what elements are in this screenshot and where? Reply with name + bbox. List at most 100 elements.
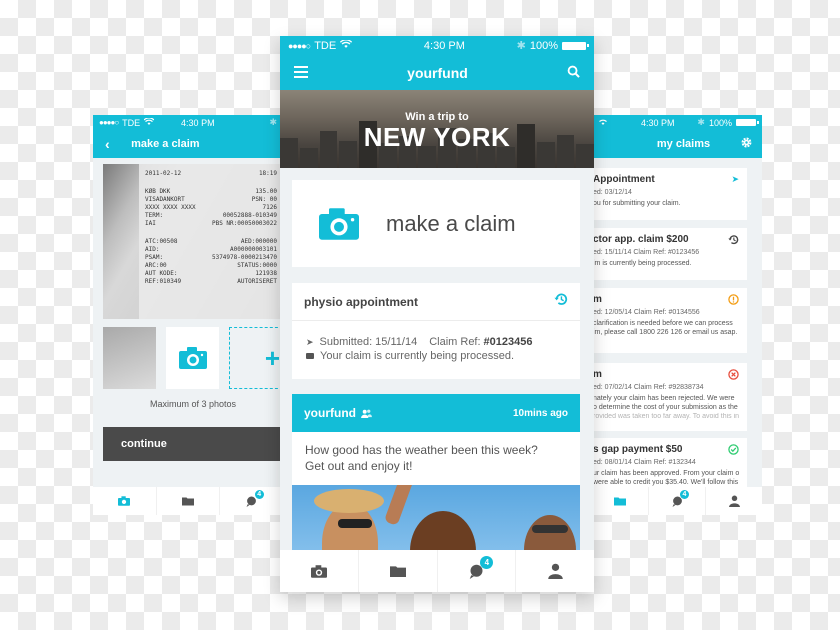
claim-card[interactable]: ctor app. claim $200 ed: 15/11/14 Claim R… — [592, 228, 747, 280]
post-message-line: How good has the weather been this week? — [305, 443, 538, 457]
tab-profile[interactable] — [516, 550, 594, 592]
receipt-line-value: PSN: 00 — [251, 196, 277, 203]
receipt-line: XXXX XXXX XXXX 7126 — [145, 204, 277, 212]
receipt-line-label: IAI — [145, 220, 156, 227]
wifi-icon — [143, 116, 155, 128]
receipt-line-label: TERM: — [145, 212, 164, 219]
tab-profile[interactable] — [706, 487, 762, 515]
tab-bar: 4 — [592, 487, 762, 515]
settings-button[interactable] — [741, 137, 752, 151]
recent-claim-card[interactable]: physio appointment ➤ Submitted: 15/11/14… — [292, 283, 580, 379]
claim-card[interactable]: Appointment ed: 03/12/14 ou for submitting… — [592, 168, 747, 220]
receipt-line-value: 18:19 — [258, 170, 277, 177]
back-button[interactable]: ‹ — [105, 136, 110, 152]
tab-bar: 4 — [280, 550, 594, 592]
claim-title: m — [593, 369, 602, 380]
receipt-line-value: 5374978-0000213470 — [211, 254, 277, 261]
profile-icon — [547, 563, 563, 579]
receipt-line-label: ATC:00508 — [145, 238, 178, 245]
history-icon — [554, 292, 568, 311]
search-icon — [567, 65, 580, 78]
tab-messages[interactable]: 4 — [220, 487, 283, 515]
camera-icon — [178, 347, 207, 369]
claim-ref-value: #0123456 — [483, 336, 533, 348]
receipt-line: PSAM: 5374978-0000213470 — [145, 254, 277, 262]
add-photo-button[interactable]: + — [229, 327, 283, 389]
receipt-line-value: PBS NR:00050003022 — [211, 220, 277, 227]
battery-icon — [735, 119, 759, 126]
nav-bar: yourfund — [280, 55, 594, 90]
claim-card[interactable]: m ed: 07/02/14 Claim Ref: #92838734 nately… — [592, 363, 747, 431]
continue-button[interactable]: continue — [103, 427, 283, 461]
receipt-line-label: VISADANKORT — [145, 196, 185, 203]
clock: 4:30 PM — [181, 117, 215, 128]
receipt-line-label: XXXX XXXX XXXX — [145, 204, 196, 211]
tab-camera[interactable] — [280, 550, 359, 592]
receipt-line-label: REF:010349 — [145, 278, 182, 285]
take-photo-button[interactable] — [166, 327, 220, 389]
clock: 4:30 PM — [423, 39, 465, 52]
history-icon — [728, 234, 739, 248]
claim-message-line: o determine the cost of your submission … — [593, 404, 738, 411]
claim-card[interactable]: m ed: 12/05/14 Claim Ref: #0134556 clarifi… — [592, 288, 747, 353]
receipt-photo: 2011-02-12 18:19 KØB DKK 135.00 VISADANKORT P… — [103, 164, 283, 319]
tab-folder[interactable] — [592, 487, 649, 515]
receipt-line-label: AUT KODE: — [145, 270, 178, 277]
tab-bar: 4 — [93, 487, 283, 515]
search-button[interactable] — [567, 65, 580, 81]
gear-icon — [741, 137, 752, 148]
post-time: 10mins ago — [512, 407, 568, 419]
promo-title: NEW YORK — [363, 122, 511, 152]
tab-camera[interactable] — [93, 487, 157, 515]
receipt-line-value: 121938 — [255, 270, 277, 277]
group-icon — [361, 409, 372, 418]
claim-title: physio appointment — [304, 294, 418, 309]
receipt-line-label: PSAM: — [145, 254, 164, 261]
menu-button[interactable] — [294, 65, 308, 81]
camera-icon — [118, 496, 131, 506]
claim-message-line: im is currently being processed. — [593, 260, 692, 267]
tab-messages[interactable]: 4 — [649, 487, 706, 515]
post-message: How good has the weather been this week?… — [292, 432, 580, 485]
claim-message-line: clarification is needed before we can pr… — [593, 320, 733, 327]
submitted-date: Submitted: 15/11/14 — [319, 336, 418, 348]
receipt-line: TERM: 00052888-010349 — [145, 212, 277, 220]
claim-meta: ed: 03/12/14 — [593, 189, 632, 196]
carrier: TDE — [122, 117, 141, 128]
hamburger-menu-icon — [294, 65, 308, 78]
receipt-line-value: 135.00 — [255, 188, 277, 195]
claim-meta: ed: 08/01/14 Claim Ref: #132344 — [593, 459, 696, 466]
receipt-line-label: AID: — [145, 246, 160, 253]
camera-icon — [310, 564, 327, 578]
make-claim-button[interactable]: make a claim — [292, 180, 580, 267]
receipt-line: AID: A000000003101 — [145, 246, 277, 254]
claim-ref-label: Claim Ref: — [429, 336, 481, 348]
camera-icon — [319, 207, 359, 240]
photo-thumbnails: + — [103, 327, 283, 389]
post-message-line: Get out and enjoy it! — [305, 459, 413, 473]
profile-icon — [728, 495, 740, 507]
receipt-line: REF:010349 AUTORISERET — [145, 278, 277, 286]
screen-title: make a claim — [131, 138, 200, 150]
receipt-line-value: 7126 — [262, 204, 277, 211]
receipt-line-label: ARC:00 — [145, 262, 167, 269]
wifi-icon — [340, 38, 353, 52]
app-title: yourfund — [407, 64, 468, 81]
tab-messages[interactable]: 4 — [438, 550, 517, 592]
status-bar: ●●●●○ TDE 4:30 PM ✱ — [93, 115, 283, 130]
right-phone-my-claims-screen: 4:30 PM ✱ 100% my claims Appointment ed: … — [592, 115, 762, 515]
post-author: yourfund — [304, 406, 356, 420]
tab-folder[interactable] — [359, 550, 438, 592]
receipt-thumbnail[interactable] — [103, 327, 157, 389]
receipt-line-value: AUTORISERET — [237, 278, 277, 285]
receipt-line: VISADANKORT PSN: 00 — [145, 196, 277, 204]
claim-meta: ed: 07/02/14 Claim Ref: #92838734 — [593, 384, 704, 391]
receipt-line: IAI PBS NR:00050003022 — [145, 220, 277, 228]
receipt-line-label: KØB DKK — [145, 188, 171, 195]
folder-icon — [389, 566, 406, 577]
bluetooth-icon: ✱ — [697, 117, 705, 127]
promo-banner[interactable]: Win a trip to NEW YORK — [280, 90, 594, 168]
signal-icon: ●●●●○ — [99, 118, 119, 127]
rejected-icon — [728, 369, 739, 383]
tab-folder[interactable] — [157, 487, 221, 515]
